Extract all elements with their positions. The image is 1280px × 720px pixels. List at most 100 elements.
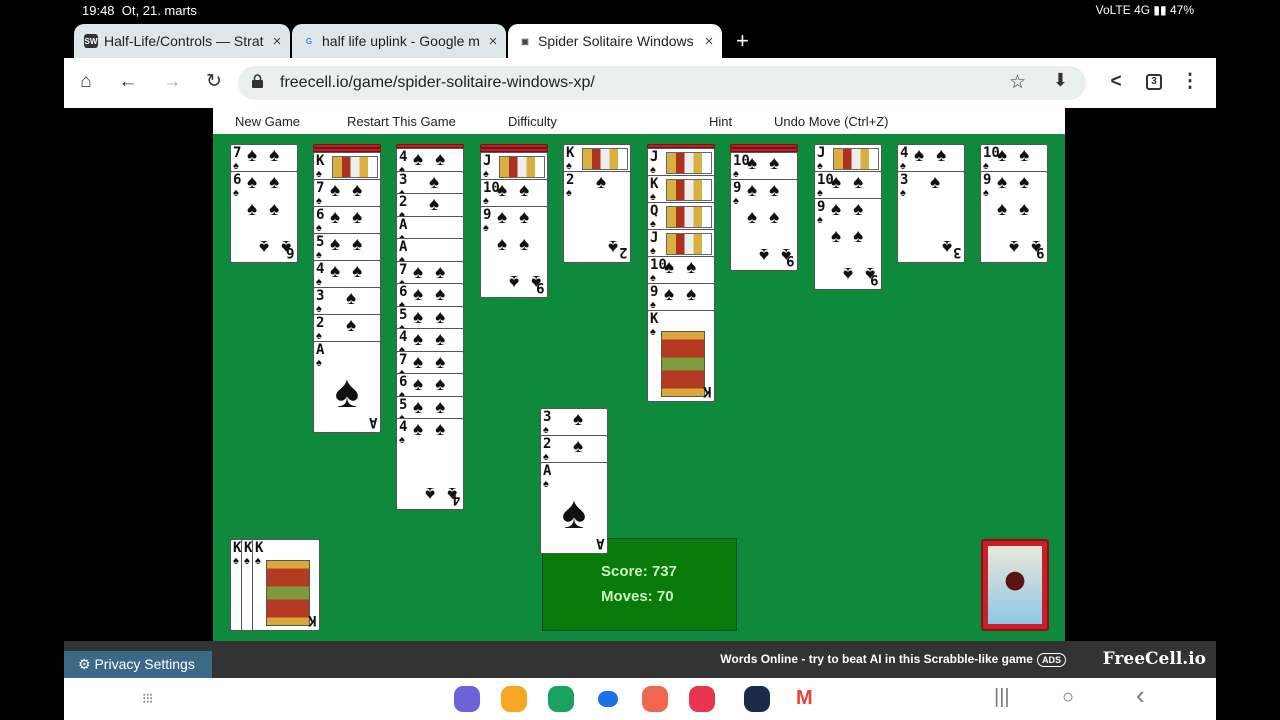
ace-spade-icon: ♠ <box>334 365 360 417</box>
card[interactable]: 10 ♠ ♠♠ <box>730 152 798 182</box>
card[interactable]: J ♠ <box>814 144 882 174</box>
address-bar[interactable]: freecell.io/game/spider-solitaire-window… <box>238 66 1086 100</box>
pip-icons: ♠♠ <box>413 483 458 504</box>
card[interactable]: 6 ♠ ♠♠ <box>396 283 464 309</box>
card[interactable]: 4 ♠ ♠♠ <box>396 328 464 354</box>
card[interactable]: 3 ♠ ♠ <box>313 287 381 317</box>
card-rank: K <box>316 153 325 169</box>
card[interactable]: 10 ♠ ♠♠ <box>814 171 882 201</box>
tab-spider-solitaire[interactable]: ▣ Spider Solitaire Windows × <box>508 24 722 58</box>
card-rank: K <box>255 540 264 556</box>
gmail-app-icon[interactable]: M <box>791 686 817 712</box>
card[interactable]: 9 ♠ ♠♠ ♠♠ ♠♠ 9 <box>814 198 882 290</box>
close-tab-icon[interactable]: × <box>480 33 506 50</box>
card-rank: 4 <box>399 149 408 165</box>
card-rank-bottom: A <box>595 535 604 551</box>
difficulty-button[interactable]: Difficulty <box>508 114 557 129</box>
freecell-favicon-icon: ▣ <box>521 36 529 46</box>
card[interactable]: 6 ♠ ♠♠ <box>396 373 464 399</box>
card[interactable]: A ♠ ♠ A <box>313 341 381 433</box>
card[interactable]: 2 ♠ ♠ ♠ 2 <box>563 171 631 263</box>
bookmark-star-icon[interactable]: ☆ <box>1009 71 1026 94</box>
card[interactable]: 9 ♠ ♠♠ <box>647 283 715 313</box>
card[interactable]: A ♠ <box>396 238 464 264</box>
card[interactable]: 10 ♠ ♠♠ <box>480 179 548 209</box>
pip-icons: ♠♠ <box>330 234 375 255</box>
card[interactable]: K ♠ <box>563 144 631 174</box>
card[interactable]: J ♠ <box>647 148 715 178</box>
card[interactable]: 5 ♠ ♠♠ <box>313 233 381 263</box>
url-text[interactable]: freecell.io/game/spider-solitaire-window… <box>280 74 595 92</box>
undo-button[interactable]: Undo Move (Ctrl+Z) <box>774 114 889 129</box>
freecell-logo[interactable]: FreeCell.io <box>1103 649 1206 669</box>
hint-button[interactable]: Hint <box>709 114 732 129</box>
privacy-settings-button[interactable]: ⚙ Privacy Settings <box>64 651 212 678</box>
camera-app-icon[interactable] <box>689 686 715 712</box>
more-menu-icon[interactable]: ⋮ <box>1178 70 1202 94</box>
pip-icons: ♠♠ <box>664 284 709 305</box>
share-icon[interactable]: < <box>1104 70 1128 94</box>
contacts-app-icon[interactable] <box>642 686 668 712</box>
nav-home-icon[interactable]: ○ <box>1062 686 1074 709</box>
forward-icon[interactable]: → <box>160 70 184 94</box>
card[interactable]: 9 ♠ ♠♠ ♠♠ ♠♠ 9 <box>980 171 1048 263</box>
card[interactable]: 7 ♠ ♠♠ <box>313 179 381 209</box>
card[interactable]: J ♠ <box>480 152 548 182</box>
card[interactable]: 4 ♠ ♠♠ <box>897 144 965 174</box>
steam-app-icon[interactable] <box>744 686 770 712</box>
completed-king-card[interactable]: K ♠ K <box>252 539 320 631</box>
close-tab-icon[interactable]: × <box>264 33 290 50</box>
card[interactable]: 4 ♠ ♠♠ <box>313 260 381 290</box>
internet-app-icon[interactable] <box>454 686 480 712</box>
card[interactable]: 9 ♠ ♠♠ ♠♠ ♠♠ 9 <box>480 206 548 298</box>
card-rank-bottom: K <box>307 612 316 628</box>
card-rank: 2 <box>316 315 325 331</box>
card-rank: 2 <box>543 436 552 452</box>
phone-app-icon[interactable] <box>548 686 574 712</box>
restart-game-button[interactable]: Restart This Game <box>347 114 456 129</box>
tab-half-life-controls[interactable]: SW Half-Life/Controls — Strat × <box>74 24 290 58</box>
card[interactable]: Q ♠ <box>647 202 715 232</box>
card[interactable]: 4 ♠ ♠♠ <box>396 148 464 174</box>
download-icon[interactable]: ⬇ <box>1053 70 1068 91</box>
card-rank: 4 <box>900 145 909 161</box>
ace-spade-icon: ♠ <box>561 486 587 538</box>
app-drawer-icon[interactable]: ⁝⁝⁝ <box>142 690 153 707</box>
pip-icons: ♠♠ <box>997 145 1042 166</box>
card[interactable]: 2 ♠ ♠ <box>396 193 464 219</box>
ad-link[interactable]: Words Online - try to beat AI in this Sc… <box>720 652 1066 667</box>
card[interactable]: 3 ♠ ♠ <box>540 408 608 438</box>
back-icon[interactable]: ← <box>116 70 140 94</box>
card[interactable]: 9 ♠ ♠♠ ♠♠ ♠♠ 9 <box>730 179 798 271</box>
card[interactable]: 6 ♠ ♠♠ ♠♠ ♠♠ 6 <box>230 171 298 263</box>
card[interactable]: 4 ♠ ♠♠ ♠♠ 4 <box>396 418 464 510</box>
nav-back-icon[interactable]: ‹ <box>1136 680 1145 711</box>
card[interactable]: K ♠ <box>647 175 715 205</box>
reload-icon[interactable]: ↻ <box>202 70 226 94</box>
card[interactable]: J ♠ <box>647 229 715 259</box>
card[interactable]: 2 ♠ ♠ <box>540 435 608 465</box>
messages-app-icon[interactable] <box>598 691 618 707</box>
card[interactable]: K ♠ K <box>647 310 715 402</box>
card[interactable]: 7 ♠ ♠♠ <box>230 144 298 174</box>
pip-icons: ♠♠ <box>831 199 876 220</box>
card[interactable]: 2 ♠ ♠ <box>313 314 381 344</box>
home-icon[interactable]: ⌂ <box>74 70 98 94</box>
stock-deck[interactable] <box>981 539 1049 631</box>
card[interactable]: 6 ♠ ♠♠ <box>313 206 381 236</box>
tab-google-search[interactable]: G half life uplink - Google m × <box>292 24 506 58</box>
card[interactable]: 3 ♠ ♠ ♠ 3 <box>897 171 965 263</box>
card[interactable]: A ♠ ♠ A <box>540 462 608 554</box>
card[interactable]: K ♠ <box>313 152 381 182</box>
close-tab-icon[interactable]: × <box>696 33 722 50</box>
new-tab-button[interactable]: + <box>736 28 749 54</box>
card[interactable]: 10 ♠ ♠♠ <box>647 256 715 286</box>
spade-icon: ♠ <box>399 434 405 446</box>
recents-icon[interactable]: ||| <box>994 686 1010 709</box>
card[interactable]: 10 ♠ ♠♠ <box>980 144 1048 174</box>
tab-switcher-button[interactable]: 3 <box>1146 74 1162 90</box>
new-game-button[interactable]: New Game <box>235 114 300 129</box>
tab-strip: SW Half-Life/Controls — Strat × G half l… <box>64 22 1216 58</box>
files-app-icon[interactable] <box>501 686 527 712</box>
pip-icons: ♠♠ <box>747 180 792 201</box>
